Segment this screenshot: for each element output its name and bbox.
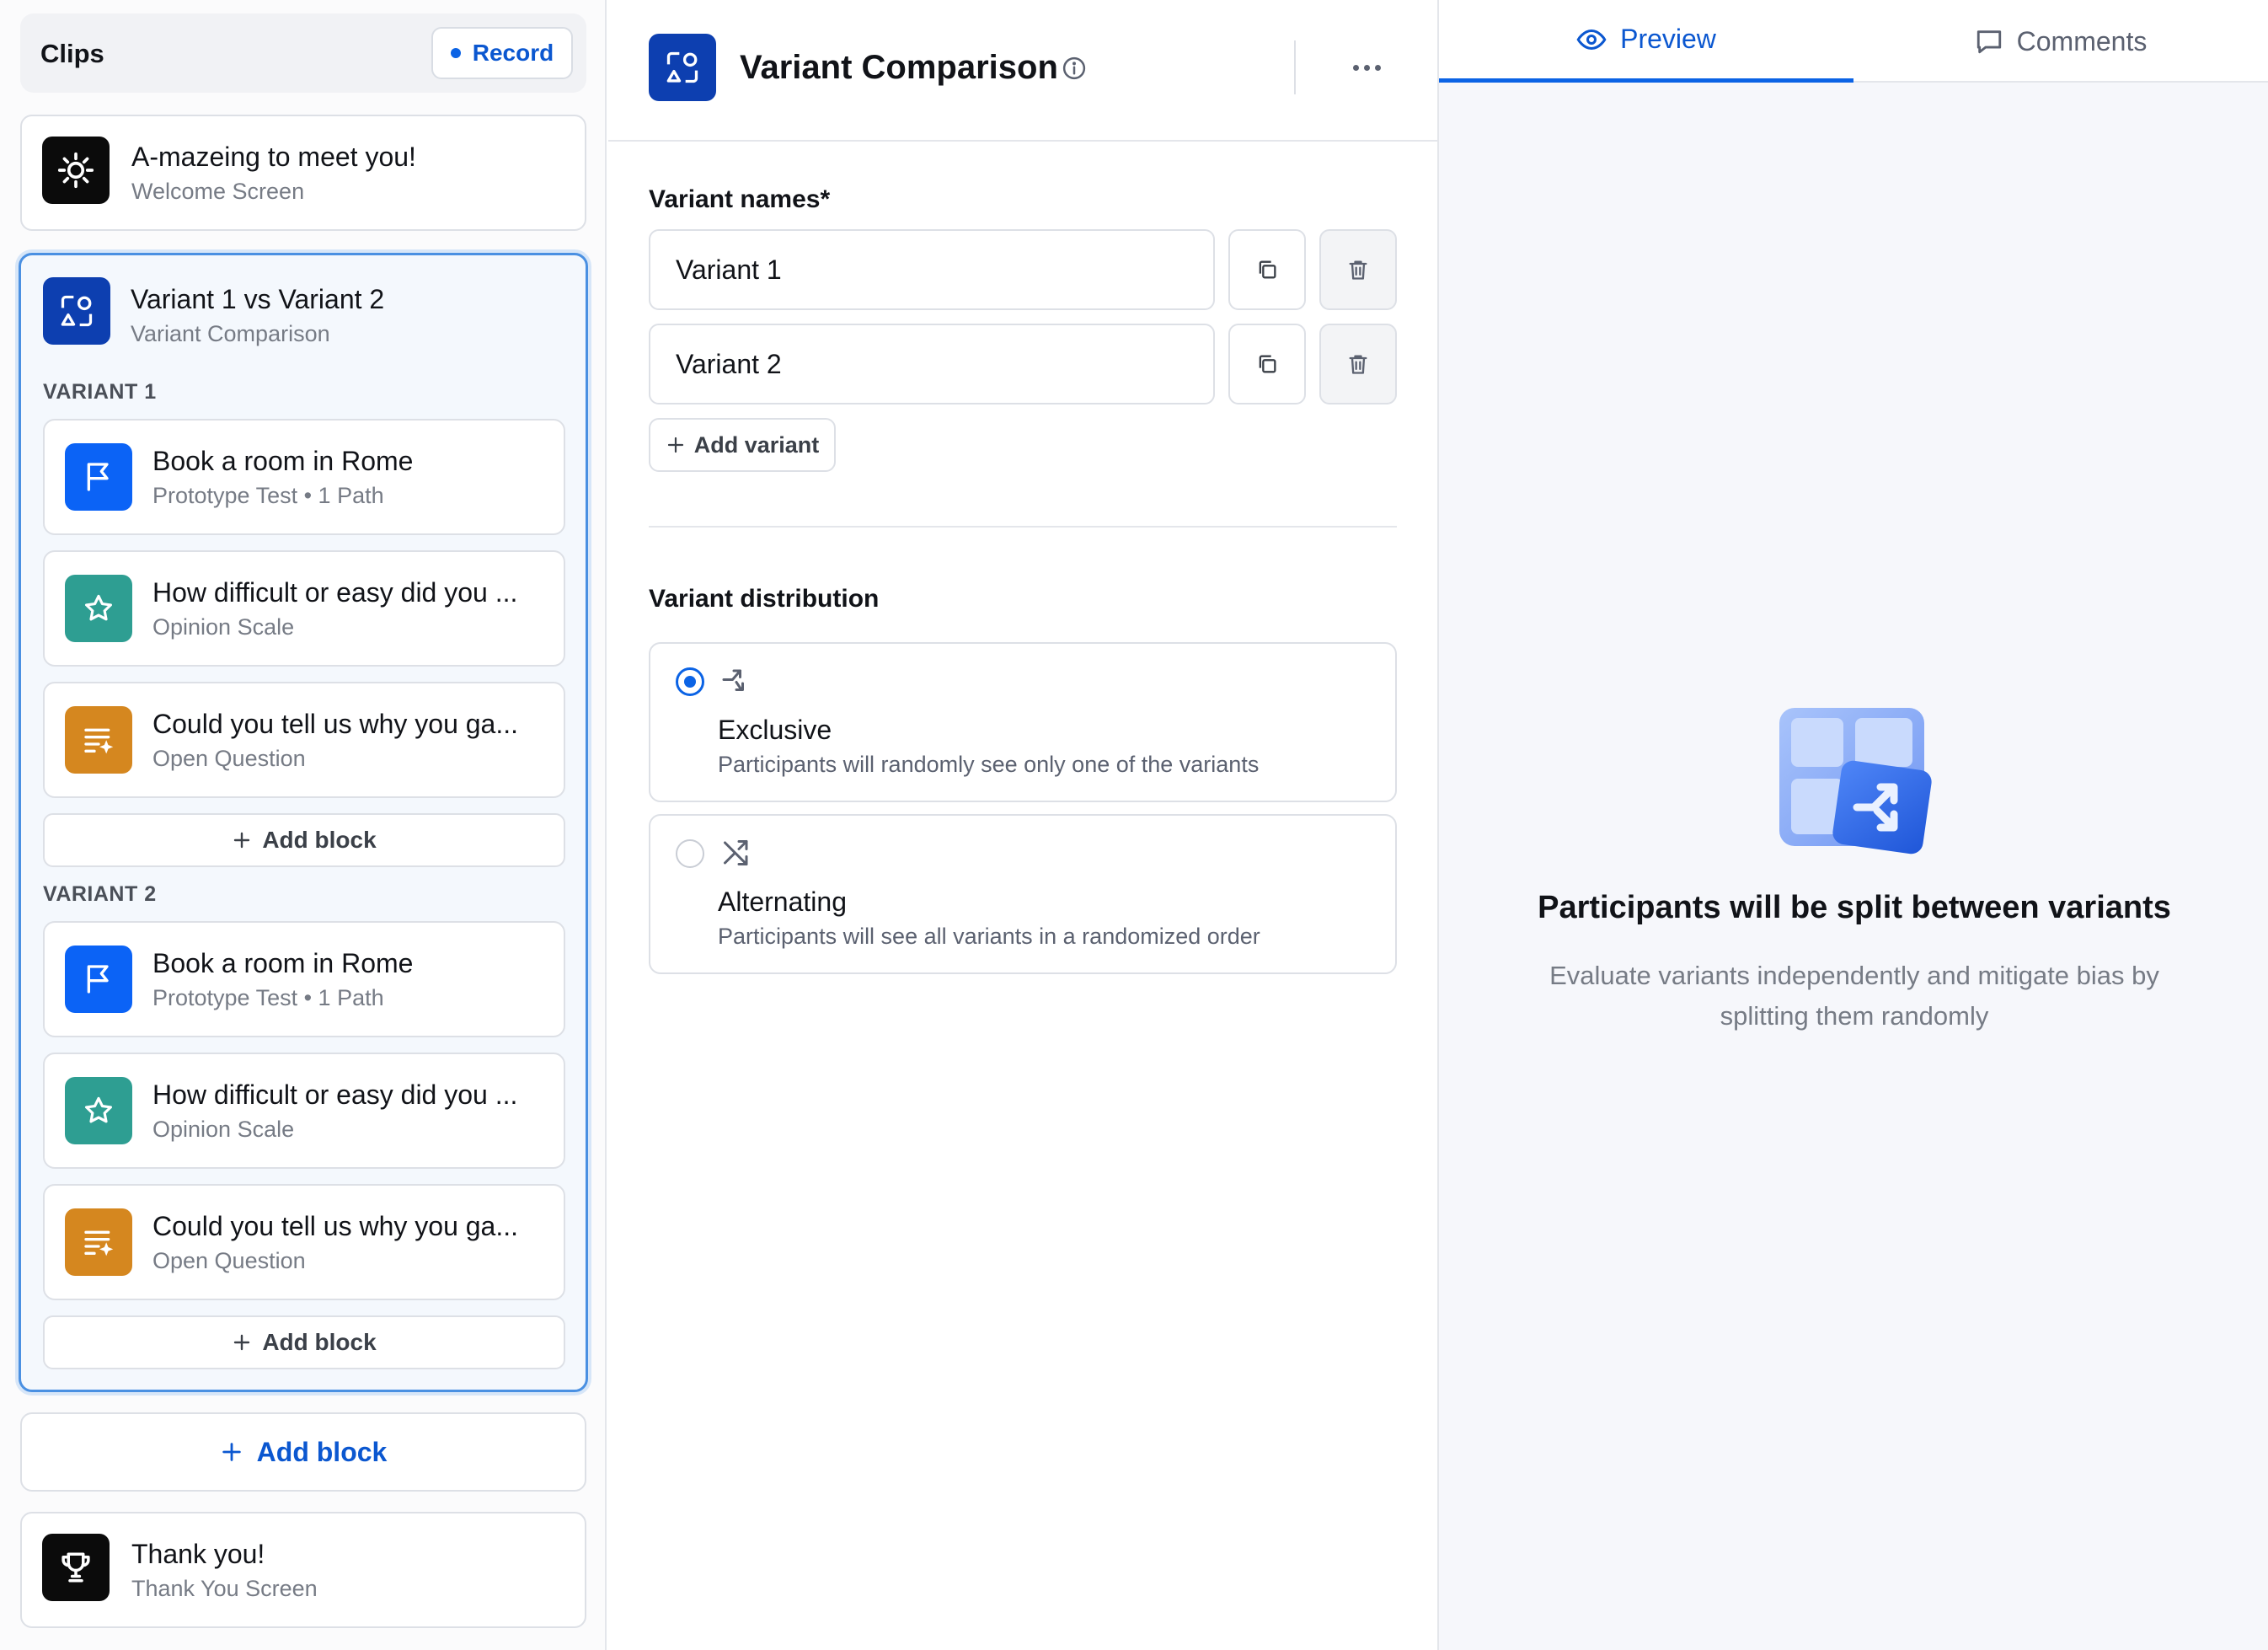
distribution-option-exclusive[interactable]: Exclusive Participants will randomly see… bbox=[649, 642, 1397, 802]
block-title: Could you tell us why you ga... bbox=[152, 709, 519, 739]
block-subtitle: Prototype Test • 1 Path bbox=[152, 483, 384, 508]
block-title: Could you tell us why you ga... bbox=[152, 1211, 519, 1241]
clips-header: Clips Record bbox=[20, 13, 586, 93]
clips-title: Clips bbox=[40, 39, 104, 68]
block-editor: Variant Comparison Variant names* Add va… bbox=[608, 0, 1437, 1650]
variant-names-label: Variant names* bbox=[649, 185, 831, 213]
block-open-question[interactable]: Could you tell us why you ga... Open Que… bbox=[43, 682, 565, 798]
group-subtitle: Variant Comparison bbox=[131, 321, 330, 346]
trash-icon bbox=[1349, 355, 1367, 374]
empty-state-title: Participants will be split between varia… bbox=[1538, 890, 2171, 925]
record-label: Record bbox=[472, 40, 554, 66]
tab-preview[interactable]: Preview bbox=[1439, 0, 1853, 83]
block-opinion-scale[interactable]: How difficult or easy did you ... Opinio… bbox=[43, 1053, 565, 1169]
add-block-button[interactable]: Add block bbox=[20, 1412, 586, 1492]
welcome-title: A-mazeing to meet you! bbox=[131, 142, 416, 172]
record-button[interactable]: Record bbox=[431, 27, 573, 79]
plus-icon bbox=[222, 1443, 241, 1461]
text-sparkle-icon bbox=[65, 1208, 132, 1276]
thanks-subtitle: Thank You Screen bbox=[131, 1576, 318, 1601]
option-description: Participants will randomly see only one … bbox=[718, 752, 1260, 777]
block-title: How difficult or easy did you ... bbox=[152, 577, 518, 608]
trash-icon bbox=[1349, 260, 1367, 280]
group-title: Variant 1 vs Variant 2 bbox=[131, 284, 385, 314]
option-description: Participants will see all variants in a … bbox=[718, 924, 1260, 949]
block-subtitle: Open Question bbox=[152, 746, 306, 771]
comment-icon bbox=[1976, 30, 2001, 54]
variant-distribution-label: Variant distribution bbox=[649, 585, 880, 613]
exclusive-radio[interactable] bbox=[676, 667, 704, 696]
empty-state-description: Evaluate variants independently and miti… bbox=[1549, 961, 2159, 1031]
copy-icon bbox=[1259, 355, 1276, 373]
delete-variant-2-button[interactable] bbox=[1319, 324, 1397, 404]
variant-1-label: VARIANT 1 bbox=[43, 380, 157, 404]
flag-icon bbox=[65, 443, 132, 511]
delete-variant-1-button[interactable] bbox=[1319, 229, 1397, 310]
clips-sidebar: Clips Record A-mazeing to meet you! Welc… bbox=[0, 0, 607, 1650]
section-divider bbox=[649, 526, 1397, 528]
preview-tabs: Preview Comments bbox=[1439, 0, 2268, 83]
shapes-icon bbox=[43, 277, 110, 345]
block-subtitle: Opinion Scale bbox=[152, 614, 295, 640]
distribution-option-alternating[interactable]: Alternating Participants will see all va… bbox=[649, 814, 1397, 974]
tab-comments-label: Comments bbox=[2016, 25, 2148, 56]
flag-icon bbox=[65, 946, 132, 1013]
star-icon bbox=[65, 1077, 132, 1144]
shuffle-icon bbox=[724, 840, 748, 865]
alternating-radio[interactable] bbox=[676, 839, 704, 868]
add-block-label: Add block bbox=[262, 827, 377, 853]
variant-2-name-input[interactable] bbox=[649, 324, 1215, 404]
thanks-title: Thank you! bbox=[131, 1539, 265, 1569]
split-variants-illustration bbox=[1779, 708, 1932, 854]
variant-comparison-group[interactable]: Variant 1 vs Variant 2 Variant Compariso… bbox=[19, 253, 588, 1392]
add-variant-label: Add variant bbox=[693, 431, 820, 458]
split-arrow-icon bbox=[722, 669, 744, 691]
block-subtitle: Open Question bbox=[152, 1248, 306, 1273]
record-dot-icon bbox=[450, 48, 461, 58]
shapes-icon bbox=[649, 34, 716, 101]
info-icon[interactable] bbox=[1062, 56, 1087, 81]
plus-icon bbox=[234, 832, 250, 849]
option-title: Alternating bbox=[718, 887, 847, 917]
eye-icon bbox=[1576, 29, 1607, 50]
block-title: Book a room in Rome bbox=[152, 948, 414, 978]
block-open-question[interactable]: Could you tell us why you ga... Open Que… bbox=[43, 1184, 565, 1300]
block-subtitle: Prototype Test • 1 Path bbox=[152, 985, 384, 1010]
variant-1-add-block-button[interactable]: Add block bbox=[43, 813, 565, 867]
option-title: Exclusive bbox=[718, 715, 832, 745]
trophy-icon bbox=[42, 1534, 110, 1601]
star-icon bbox=[65, 575, 132, 642]
tab-preview-label: Preview bbox=[1620, 24, 1716, 54]
variant-1-name-input[interactable] bbox=[649, 229, 1215, 310]
preview-panel: Preview Comments Participants will be sp… bbox=[1437, 0, 2268, 1650]
tab-comments[interactable]: Comments bbox=[1853, 0, 2268, 83]
block-prototype-test[interactable]: Book a room in Rome Prototype Test • 1 P… bbox=[43, 921, 565, 1037]
add-block-label: Add block bbox=[256, 1436, 388, 1467]
editor-title: Variant Comparison bbox=[740, 49, 1058, 86]
thank-you-screen-card[interactable]: Thank you! Thank You Screen bbox=[20, 1512, 586, 1628]
plus-icon bbox=[667, 437, 683, 453]
block-opinion-scale[interactable]: How difficult or easy did you ... Opinio… bbox=[43, 550, 565, 667]
copy-icon bbox=[1259, 260, 1276, 279]
welcome-screen-card[interactable]: A-mazeing to meet you! Welcome Screen bbox=[20, 115, 586, 231]
block-subtitle: Opinion Scale bbox=[152, 1117, 295, 1142]
text-sparkle-icon bbox=[65, 706, 132, 774]
variant-2-label: VARIANT 2 bbox=[43, 882, 157, 906]
add-variant-button[interactable]: Add variant bbox=[649, 418, 836, 472]
editor-header: Variant Comparison bbox=[608, 0, 1437, 142]
header-divider bbox=[1294, 40, 1296, 94]
add-block-label: Add block bbox=[262, 1329, 377, 1355]
welcome-subtitle: Welcome Screen bbox=[131, 179, 305, 204]
block-title: How difficult or easy did you ... bbox=[152, 1079, 518, 1110]
duplicate-variant-1-button[interactable] bbox=[1228, 229, 1306, 310]
block-prototype-test[interactable]: Book a room in Rome Prototype Test • 1 P… bbox=[43, 419, 565, 535]
variant-2-add-block-button[interactable]: Add block bbox=[43, 1315, 565, 1369]
plus-icon bbox=[234, 1334, 250, 1351]
sun-icon bbox=[42, 137, 110, 204]
duplicate-variant-2-button[interactable] bbox=[1228, 324, 1306, 404]
more-options-button[interactable] bbox=[1341, 47, 1392, 88]
block-title: Book a room in Rome bbox=[152, 446, 414, 476]
